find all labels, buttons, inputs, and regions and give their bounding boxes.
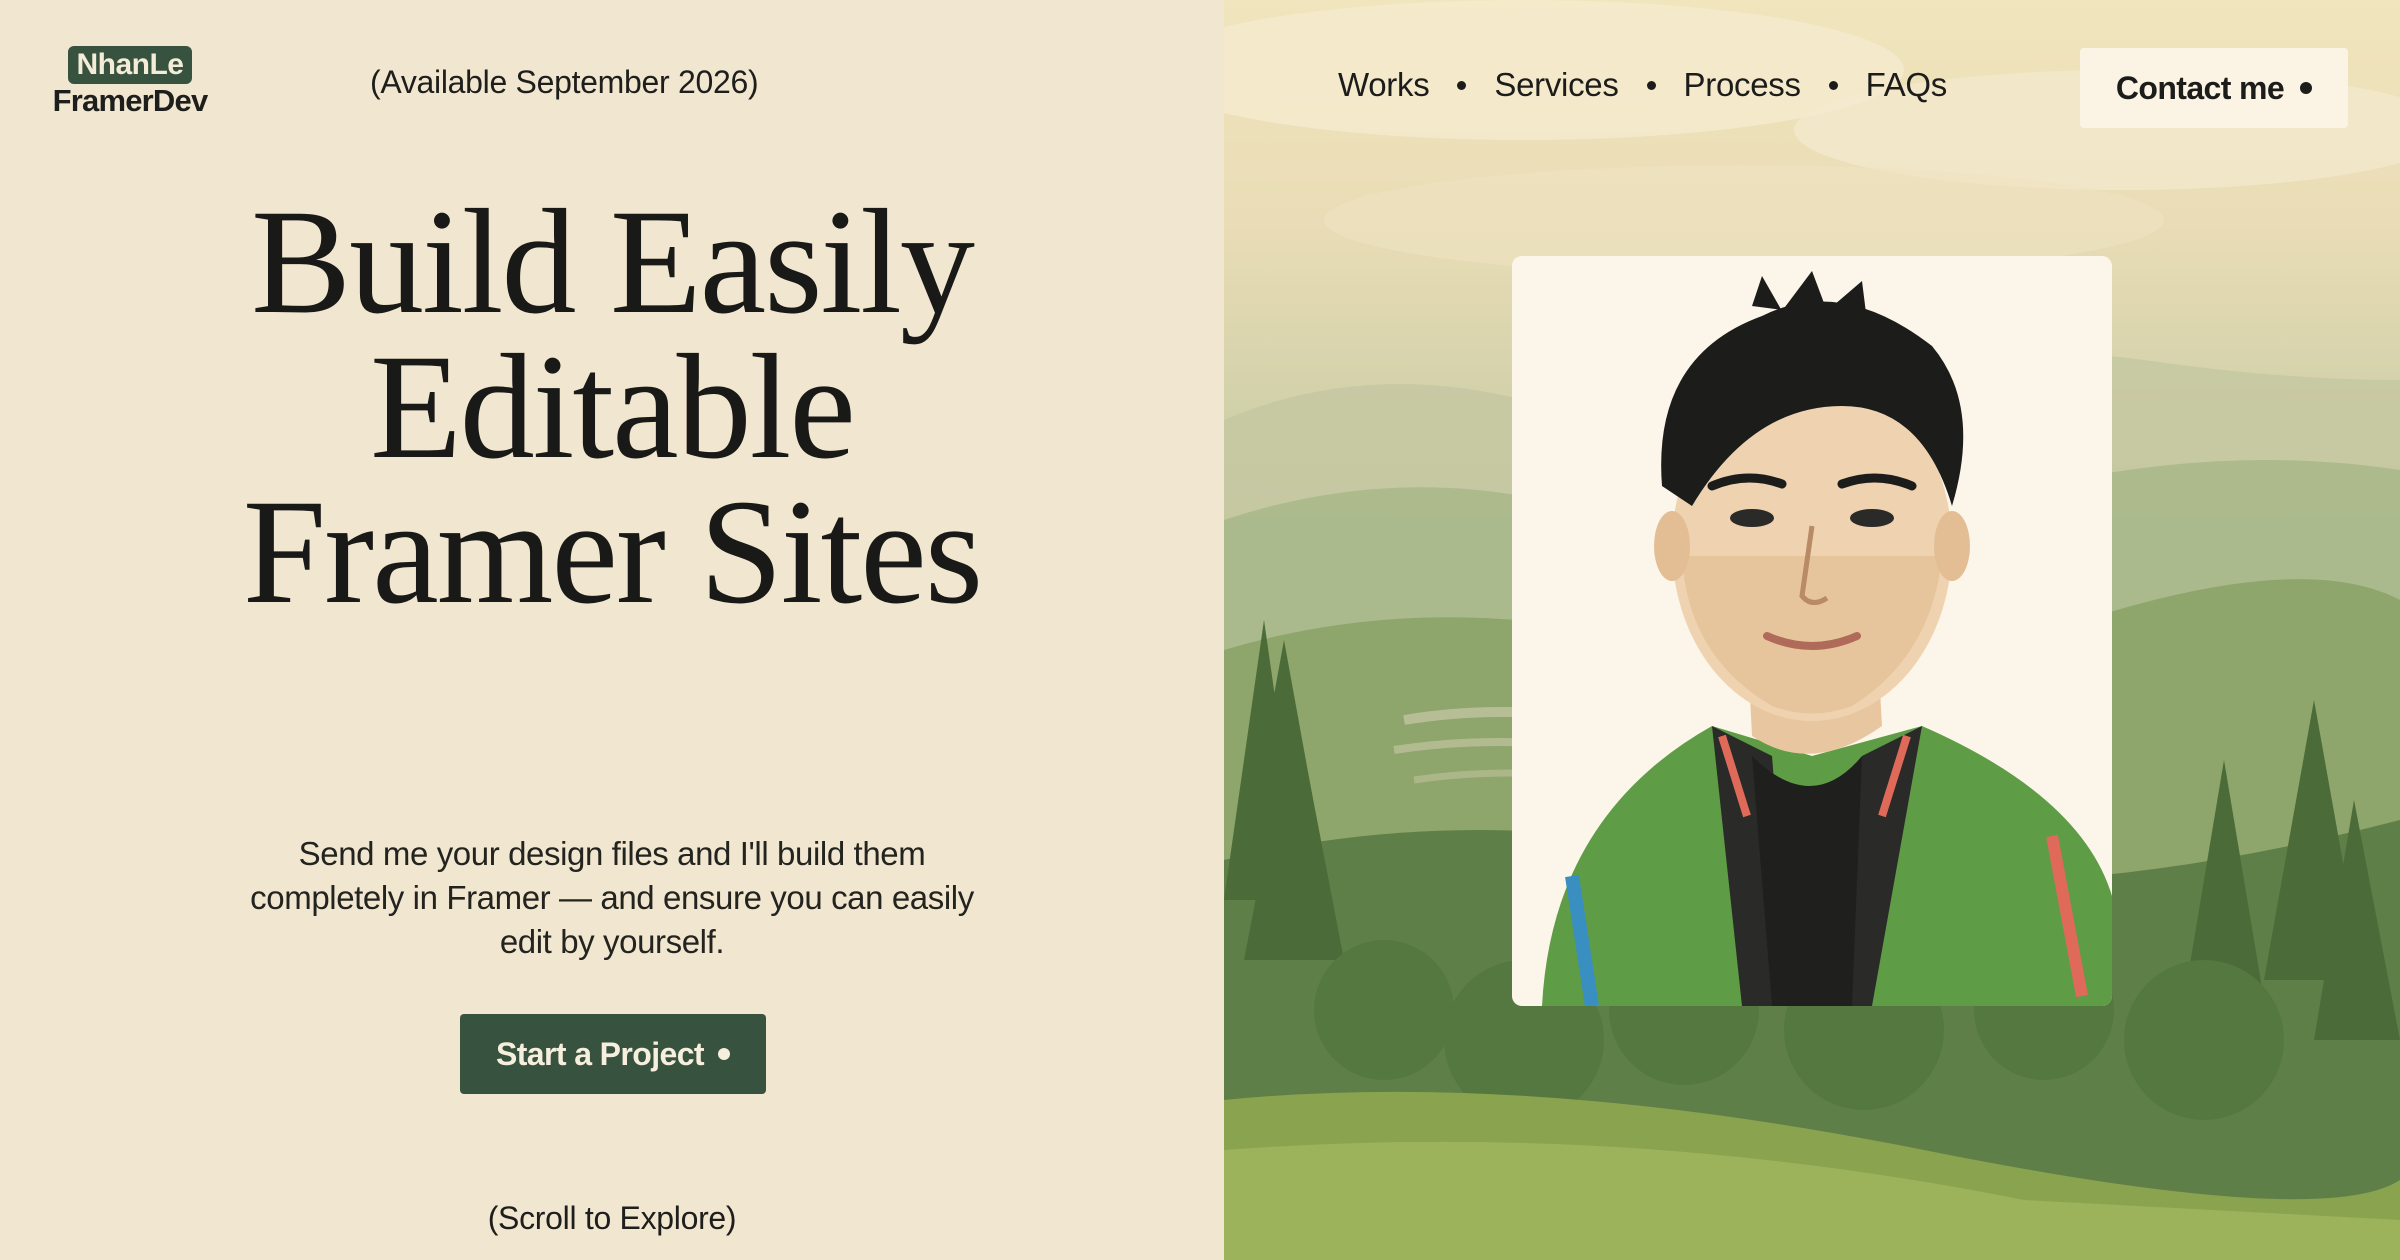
brand-logo[interactable]: NhanLe FramerDev	[46, 46, 214, 118]
nav-item-process[interactable]: Process	[1684, 66, 1801, 104]
logo-badge: NhanLe	[68, 46, 192, 84]
dot-icon	[2300, 82, 2313, 94]
contact-me-label: Contact me	[2115, 69, 2285, 106]
portrait-card	[1512, 256, 2112, 1006]
dot-separator-icon	[1457, 80, 1467, 90]
hero-description: Send me your design files and I'll build…	[250, 835, 974, 960]
nav-item-works[interactable]: Works	[1338, 66, 1430, 104]
start-project-label: Start a Project	[496, 1035, 705, 1072]
headline-line-1: Build Easily	[251, 179, 975, 345]
headline-line-3: Framer Sites	[242, 469, 983, 635]
hero-panel: NhanLe FramerDev (Available September 20…	[0, 0, 1224, 1260]
nav-item-services[interactable]: Services	[1494, 66, 1618, 104]
main-nav: Works Services Process FAQs	[1338, 66, 1947, 104]
nav-item-faqs[interactable]: FAQs	[1866, 66, 1948, 104]
scroll-hint: (Scroll to Explore)	[487, 1200, 737, 1236]
headline-line-2: Editable	[370, 324, 856, 490]
hero-headline: Build Easily Editable Framer Sites	[0, 179, 1224, 635]
availability-text: (Available September 2026)	[370, 64, 759, 100]
dot-icon	[717, 1048, 730, 1060]
start-project-button[interactable]: Start a Project	[460, 1014, 766, 1094]
portrait-illustration	[1542, 271, 2112, 1006]
logo-wordmark: FramerDev	[52, 83, 209, 118]
dot-separator-icon	[1828, 80, 1838, 90]
contact-me-button[interactable]: Contact me	[2080, 48, 2348, 128]
dot-separator-icon	[1646, 80, 1656, 90]
